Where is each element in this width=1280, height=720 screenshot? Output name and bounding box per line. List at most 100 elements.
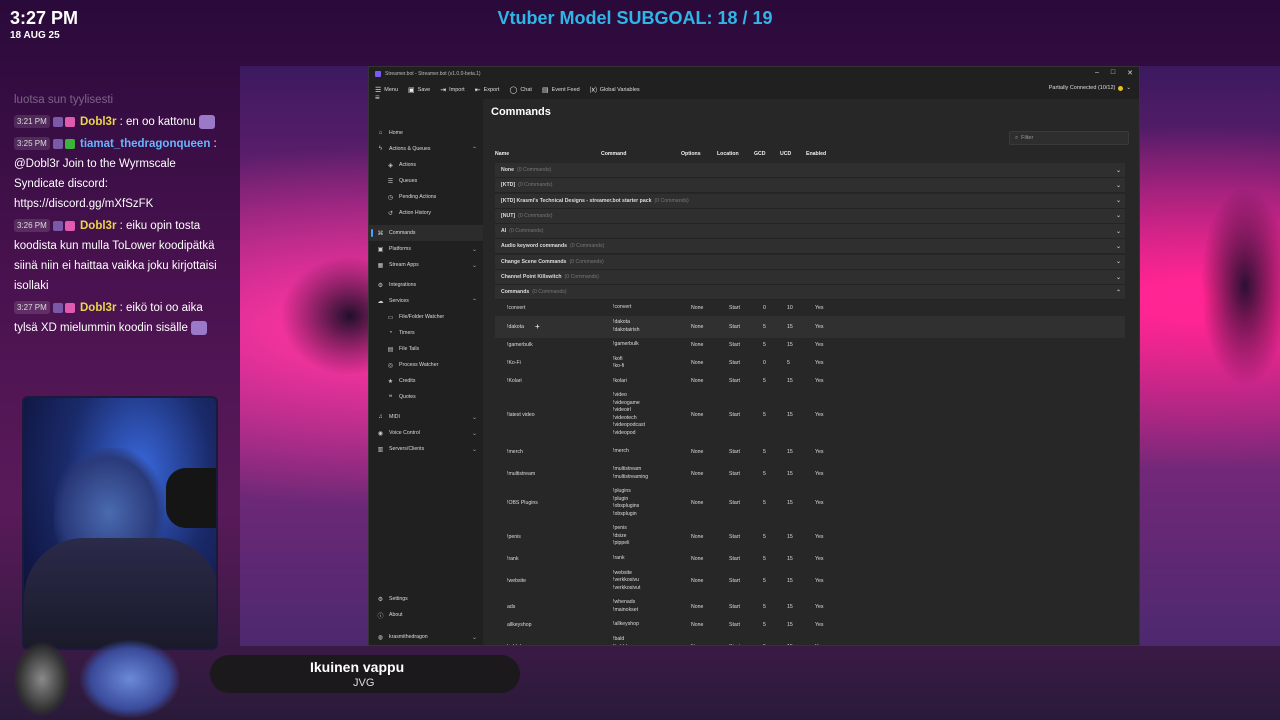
table-row[interactable]: ads !whenads !mainokset None Start 5 15 Yes: [495, 596, 1125, 618]
table-row[interactable]: !gamerbulk !gamerbulk None Start 5 15 Yes: [495, 338, 1125, 353]
sidebar-item-quotes[interactable]: ❝ Quotes: [369, 389, 483, 405]
command-trigger: !kolari: [613, 377, 627, 384]
sidebar-item-label: File Tails: [399, 346, 420, 352]
command-trigger: !balddragon: [613, 644, 640, 645]
variables-icon: ⒳: [589, 87, 597, 94]
table-row[interactable]: !website !website !verkkosivu !verkkosivut N…: [495, 566, 1125, 596]
sidebar-item-platforms[interactable]: ▣ Platforms ⌄: [369, 241, 483, 257]
command-trigger: !dsize: [613, 532, 627, 539]
sidebar-item-integrations[interactable]: ⚙ Integrations: [369, 277, 483, 293]
page-title: Commands: [491, 106, 551, 118]
table-row[interactable]: !latest video !video !videogame !videoirl !v…: [495, 389, 1125, 441]
command-gcd: 5: [763, 448, 766, 455]
sidebar-item-commands[interactable]: ⌘ Commands: [369, 225, 483, 241]
sidebar-item-settings[interactable]: ⚙ Settings: [369, 591, 483, 607]
sidebar-item-label: Settings: [389, 596, 408, 602]
group-count: (0 Commands): [509, 228, 544, 235]
sidebar-item-queues[interactable]: ☰ Queues: [369, 173, 483, 189]
toolbar-chat-button[interactable]: ◯ Chat: [509, 86, 531, 94]
server-icon: ▥: [377, 446, 384, 453]
sidebar-item-actions[interactable]: ◈ Actions: [369, 157, 483, 173]
sidebar-item-servers-clients[interactable]: ▥ Servers/Clients ⌄: [369, 441, 483, 457]
group-header[interactable]: Audio keyword commands (0 Commands) ⌄: [495, 239, 1125, 255]
sidebar-item-action-history[interactable]: ↺ Action History: [369, 205, 483, 221]
command-enabled: Yes: [815, 622, 824, 629]
command-trigger: !allkeyshop: [613, 621, 639, 628]
column-header-command[interactable]: Command: [601, 151, 626, 157]
sidebar-item-label: Voice Control: [389, 430, 420, 436]
table-row[interactable]: !dakota !dakota !dakotairish None Start 5 15 Ye…: [495, 315, 1125, 338]
toolbar-export-button[interactable]: ⇤ Export: [475, 86, 500, 94]
user-icon: ◍: [377, 634, 384, 641]
table-row[interactable]: !Kolari !kolari None Start 5 15 Yes: [495, 374, 1125, 389]
chevron-down-icon: ⌄: [1115, 259, 1121, 266]
chat-overlay: luotsa sun tyylisesti 3:21 PM Dobl3r : en…: [14, 90, 229, 338]
column-header-location[interactable]: Location: [717, 151, 739, 157]
table-row[interactable]: !penis !penis !dsize !pippeli None Start 5 15 Ye…: [495, 522, 1125, 552]
sidebar-item-timers[interactable]: ◔ Timers: [369, 325, 483, 341]
group-header[interactable]: None (0 Commands) ⌄: [495, 163, 1125, 178]
sidebar-item-file-folder-watcher[interactable]: ▭ File/Folder Watcher: [369, 309, 483, 325]
table-row[interactable]: !convert !convert None Start 0 10 Yes: [495, 301, 1125, 316]
table-row[interactable]: allkeyshop !allkeyshop None Start 5 15 Yes: [495, 618, 1125, 633]
group-count: (0 Commands): [654, 197, 689, 204]
group-header[interactable]: Channel Point Killswitch (0 Commands) ⌄: [495, 270, 1125, 286]
table-row[interactable]: bald dragon !bald!balddragon!baldi None Sta…: [495, 633, 1125, 645]
command-options: None: [691, 341, 704, 348]
chat-username: tiamat_thedragonqueen: [80, 138, 211, 150]
maximize-icon[interactable]: □: [1111, 69, 1115, 77]
command-trigger: !convert: [613, 304, 632, 311]
table-row[interactable]: !Ko-Fi !kofi !ko-fi None Start 0 5 Yes: [495, 352, 1125, 374]
action-icon: ◈: [388, 162, 393, 169]
sidebar-item-process-watcher[interactable]: ◎ Process Watcher: [369, 357, 483, 373]
column-header-enabled[interactable]: Enabled: [806, 151, 826, 157]
toolbar-global-variables-button[interactable]: ⒳ Global Variables: [590, 85, 640, 95]
column-header-ucd[interactable]: UCD: [780, 151, 791, 157]
column-header-gcd[interactable]: GCD: [754, 151, 766, 157]
filter-input[interactable]: ⌕ Filter: [1009, 131, 1129, 145]
sidebar-item-pending-actions[interactable]: ◷ Pending Actions: [369, 189, 483, 205]
sidebar-item-actions-queues[interactable]: ϟ Actions & Queues ⌃: [369, 141, 483, 157]
toolbar-import-button[interactable]: ⇥ Import: [440, 86, 464, 94]
sidebar-item-services[interactable]: ☁ Services ⌃: [369, 293, 483, 309]
group-header[interactable]: Change Scene Commands (0 Commands) ⌄: [495, 254, 1125, 270]
command-location: Start: [729, 378, 740, 385]
group-header[interactable]: [NUT] (0 Commands) ⌄: [495, 208, 1125, 224]
close-icon[interactable]: ✕: [1127, 69, 1133, 77]
command-triggers: !plugins !plugin !obsplugins !obsplugin: [613, 485, 639, 522]
sidebar-item-voice-control[interactable]: ◉ Voice Control ⌄: [369, 425, 483, 441]
toolbar-event-feed-button[interactable]: ▤ Event Feed: [542, 86, 580, 94]
group-header[interactable]: Commands (0 Commands) ⌃: [495, 285, 1125, 301]
table-row[interactable]: !OBS Plugins !plugins !plugin !obsplugins !o…: [495, 485, 1125, 522]
table-row[interactable]: !rank !rank None Start 5 15 Yes: [495, 552, 1125, 567]
sidebar-item-stream-apps[interactable]: ▦ Stream Apps ⌄: [369, 257, 483, 273]
user-account[interactable]: ◍ krasmithedragon ⌄: [369, 629, 483, 645]
group-header[interactable]: [KTD] Krasmi's Technical Designs - strea…: [495, 193, 1125, 209]
command-ucd: 15: [787, 533, 793, 540]
column-header-name[interactable]: Name: [495, 151, 509, 157]
sidebar-item-about[interactable]: ⓘ About: [369, 607, 483, 623]
minimize-icon[interactable]: –: [1095, 69, 1099, 77]
connection-status[interactable]: Partially Connected (10/12) ⌄: [1049, 85, 1131, 91]
toolbar-save-button[interactable]: ▣ Save: [408, 86, 430, 94]
command-triggers: !rank: [613, 552, 625, 567]
sidebar-item-label: Actions & Queues: [389, 146, 431, 152]
sidebar-item-home[interactable]: ⌂ Home: [369, 125, 483, 141]
table-row[interactable]: !merch !merch None Start 5 15 Yes: [495, 441, 1125, 463]
info-icon: ⓘ: [377, 613, 384, 620]
chevron-down-icon: ⌄: [471, 430, 477, 437]
chevron-down-icon: ⌄: [1115, 243, 1121, 250]
command-trigger: !multistream: [613, 466, 642, 473]
hamburger-icon[interactable]: ≡: [375, 93, 380, 102]
sidebar-item-file-tails[interactable]: ▤ File Tails: [369, 341, 483, 357]
command-trigger: !videotech: [613, 414, 637, 421]
sidebar-item-midi[interactable]: ♫ MIDI ⌄: [369, 409, 483, 425]
sidebar-item-credits[interactable]: ★ Credits: [369, 373, 483, 389]
group-header[interactable]: [KTD] (0 Commands) ⌄: [495, 178, 1125, 194]
group-header[interactable]: AI (0 Commands) ⌄: [495, 224, 1125, 240]
chevron-up-icon: ⌃: [471, 298, 477, 305]
column-header-options[interactable]: Options: [681, 151, 701, 157]
command-trigger: !multistreaming: [613, 473, 649, 480]
table-row[interactable]: !multistream !multistream !multistreaming N…: [495, 463, 1125, 485]
command-enabled: Yes: [815, 323, 824, 330]
